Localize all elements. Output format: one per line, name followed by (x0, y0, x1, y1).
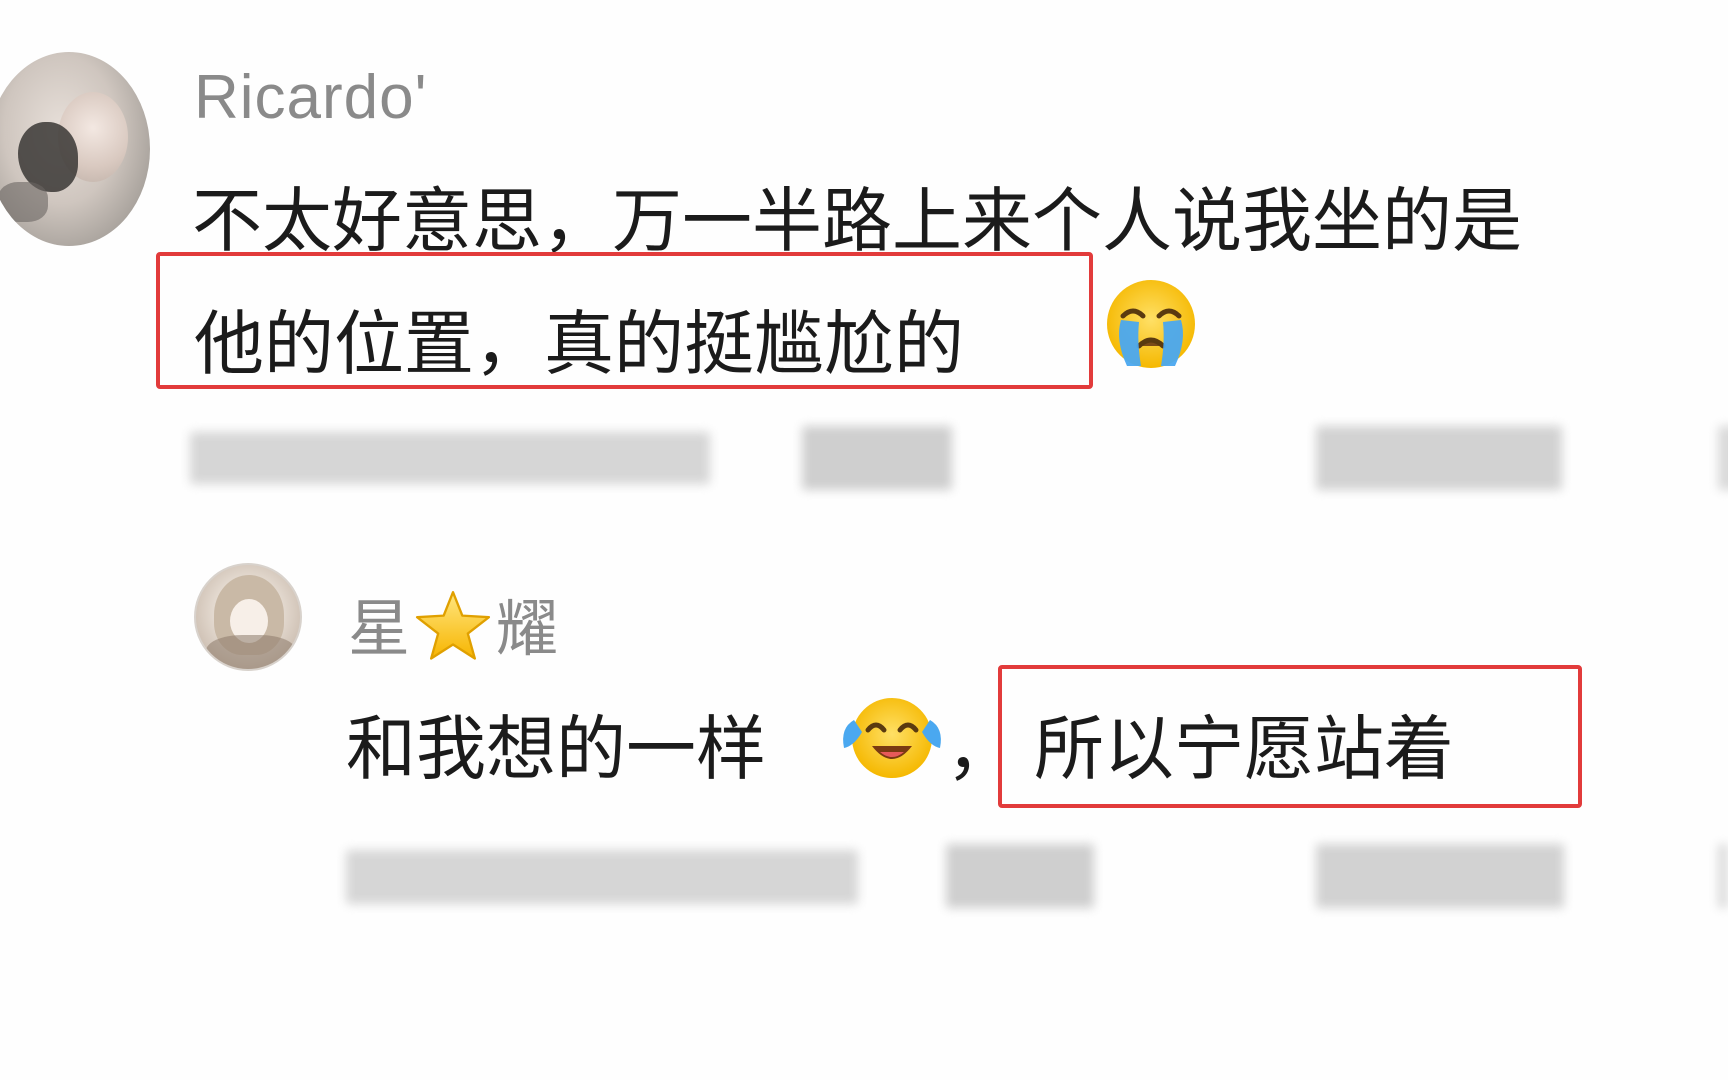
user-avatar-reply[interactable] (194, 563, 302, 671)
highlight-box-reply (998, 665, 1582, 808)
comment-thread-screenshot: Ricardo' 不太好意思，万一半路上来个人说我坐的是 他的位置，真的挺尴尬的… (0, 0, 1728, 1080)
comment-username[interactable]: Ricardo' (194, 62, 427, 133)
blurred-like-count (1316, 426, 1562, 490)
blurred-reply-more (1718, 844, 1728, 908)
comment-text-line-1: 不太好意思，万一半路上来个人说我坐的是 (192, 180, 1522, 262)
blurred-reply-button (802, 426, 952, 490)
blurred-more (1718, 426, 1728, 490)
comment-meta-row-blurred (190, 418, 1728, 496)
avatar-photo-shadow (0, 182, 48, 222)
tears-of-joy-emoji-icon (843, 698, 941, 778)
reply-meta-row-blurred (346, 836, 1728, 914)
blurred-reply-date (346, 850, 858, 904)
avatar-shoulders (206, 635, 296, 669)
reply-username-left: 星 (348, 595, 411, 664)
blurred-date (190, 432, 710, 484)
user-avatar-ricardo[interactable] (0, 52, 150, 246)
star-icon (415, 591, 491, 660)
loudly-crying-emoji-icon (1107, 280, 1195, 368)
highlight-box-comment (156, 252, 1093, 389)
reply-username-right: 耀 (496, 595, 559, 664)
blurred-reply-like-count (1316, 844, 1564, 908)
reply-text-part-1: 和我想的一样 (346, 708, 766, 790)
blurred-reply-reply-button (946, 844, 1094, 908)
reply-username[interactable]: 星 耀 (348, 578, 558, 668)
